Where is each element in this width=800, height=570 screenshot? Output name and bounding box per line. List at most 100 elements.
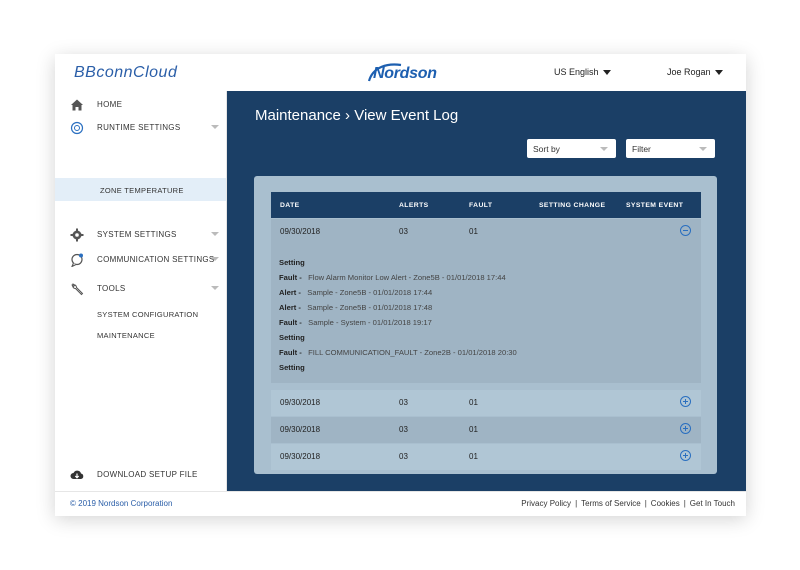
chevron-down-icon (699, 147, 707, 151)
sidebar-item-zone-temperature[interactable]: ZONE TEMPERATURE (55, 178, 226, 201)
communication-icon (71, 253, 83, 267)
column-header-system-event: SYSTEM EVENT (626, 202, 684, 209)
app-window: BBconnCloud Nordson US English Joe Rogan… (55, 54, 746, 516)
expand-icon[interactable] (680, 450, 691, 461)
event-type: Setting (279, 363, 305, 372)
gear-icon (70, 228, 84, 242)
event-type: Fault - (279, 273, 302, 282)
chevron-down-icon (211, 257, 219, 261)
language-selector[interactable]: US English (554, 67, 611, 77)
cell-alerts: 03 (399, 452, 408, 461)
event-type: Setting (279, 258, 305, 267)
filter-dropdown[interactable]: Filter (626, 139, 715, 158)
event-detail: Fault - FILL COMMUNICATION_FAULT - Zone2… (279, 348, 517, 357)
table-row-expanded[interactable]: 09/30/2018 03 01 Setting Fault - Flow Al… (271, 219, 701, 383)
cell-fault: 01 (469, 425, 478, 434)
event-type: Fault - (279, 348, 302, 357)
expand-icon[interactable] (680, 423, 691, 434)
get-in-touch-link[interactable]: Get In Touch (690, 499, 735, 508)
column-header-date: DATE (280, 202, 300, 209)
column-header-fault: FAULT (469, 202, 493, 209)
chevron-down-icon (714, 70, 723, 76)
sidebar-item-maintenance[interactable]: MAINTENANCE (97, 331, 155, 340)
user-menu[interactable]: Joe Rogan (667, 67, 723, 77)
cell-fault: 01 (469, 398, 478, 407)
terms-of-service-link[interactable]: Terms of Service (581, 499, 641, 508)
table-header: DATE ALERTS FAULT SETTING CHANGE SYSTEM … (271, 192, 701, 218)
main-content: Maintenance › View Event Log Sort by Fil… (227, 91, 746, 491)
event-type: Setting (279, 333, 305, 342)
sidebar-item-communication-settings[interactable]: COMMUNICATION SETTINGS (55, 249, 226, 271)
column-header-alerts: ALERTS (399, 202, 429, 209)
chevron-down-icon (600, 147, 608, 151)
cell-date: 09/30/2018 (280, 452, 321, 461)
event-type: Alert - (279, 303, 301, 312)
cloud-download-icon (70, 470, 84, 479)
sidebar-item-home[interactable]: HOME (55, 94, 226, 116)
privacy-policy-link[interactable]: Privacy Policy (521, 499, 571, 508)
event-text: Sample - Zone5B - 01/01/2018 17:48 (307, 303, 433, 312)
runtime-icon (70, 121, 84, 135)
table-row[interactable]: 09/30/2018 03 01 (271, 417, 701, 443)
chevron-down-icon (211, 232, 219, 236)
event-type: Alert - (279, 288, 301, 297)
table-row[interactable]: 09/30/2018 03 01 (271, 390, 701, 416)
sort-by-dropdown[interactable]: Sort by (527, 139, 616, 158)
cell-alerts: 03 (399, 425, 408, 434)
app-logo[interactable]: BBconnCloud (74, 64, 177, 82)
chevron-down-icon (602, 70, 611, 76)
event-detail: Setting (279, 258, 305, 267)
event-detail: Setting (279, 363, 305, 372)
brand-name: Nordson (373, 65, 437, 82)
sidebar-item-label: TOOLS (97, 284, 126, 293)
event-type: Fault - (279, 318, 302, 327)
cookies-link[interactable]: Cookies (651, 499, 680, 508)
event-text: Flow Alarm Monitor Low Alert - Zone5B - … (308, 273, 506, 282)
event-detail: Fault - Flow Alarm Monitor Low Alert - Z… (279, 273, 506, 282)
sidebar-subitem-label: ZONE TEMPERATURE (100, 186, 184, 195)
download-label: DOWNLOAD SETUP FILE (97, 470, 198, 479)
event-text: FILL COMMUNICATION_FAULT - Zone2B - 01/0… (308, 348, 517, 357)
cell-alerts: 03 (399, 227, 408, 236)
event-log-panel: DATE ALERTS FAULT SETTING CHANGE SYSTEM … (254, 176, 717, 474)
sidebar-item-system-settings[interactable]: SYSTEM SETTINGS (55, 224, 226, 246)
page-title: Maintenance › View Event Log (255, 107, 459, 124)
cell-fault: 01 (469, 227, 478, 236)
event-detail: Fault - Sample - System - 01/01/2018 19:… (279, 318, 432, 327)
sidebar: HOME RUNTIME SETTINGS ZONE TEMPERATURE S… (55, 91, 227, 491)
sidebar-item-tools[interactable]: TOOLS (55, 278, 226, 300)
user-name: Joe Rogan (667, 67, 711, 77)
home-icon (71, 99, 83, 111)
expand-icon[interactable] (680, 396, 691, 407)
top-bar: BBconnCloud Nordson US English Joe Rogan (55, 54, 746, 92)
sidebar-item-label: RUNTIME SETTINGS (97, 123, 181, 132)
nordson-logo: Nordson (367, 61, 437, 85)
cell-date: 09/30/2018 (280, 425, 321, 434)
sidebar-item-runtime-settings[interactable]: RUNTIME SETTINGS (55, 117, 226, 139)
cell-fault: 01 (469, 452, 478, 461)
sort-by-label: Sort by (533, 144, 560, 154)
cell-date: 09/30/2018 (280, 227, 321, 236)
copyright: © 2019 Nordson Corporation (70, 499, 173, 508)
wrench-icon (71, 283, 84, 296)
chevron-down-icon (211, 125, 219, 129)
event-text: Sample - Zone5B - 01/01/2018 17:44 (307, 288, 433, 297)
event-detail: Alert - Sample - Zone5B - 01/01/2018 17:… (279, 303, 432, 312)
footer: © 2019 Nordson Corporation Privacy Polic… (55, 491, 746, 516)
column-header-setting-change: SETTING CHANGE (539, 202, 606, 209)
sidebar-item-system-configuration[interactable]: SYSTEM CONFIGURATION (97, 310, 198, 319)
collapse-icon[interactable] (680, 225, 691, 236)
sidebar-item-label: COMMUNICATION SETTINGS (97, 255, 215, 264)
event-detail: Alert - Sample - Zone5B - 01/01/2018 17:… (279, 288, 432, 297)
download-setup-file-button[interactable]: DOWNLOAD SETUP FILE (55, 464, 226, 486)
cell-alerts: 03 (399, 398, 408, 407)
cell-date: 09/30/2018 (280, 398, 321, 407)
event-text: Sample - System - 01/01/2018 19:17 (308, 318, 432, 327)
footer-links: Privacy Policy | Terms of Service | Cookies |… (521, 499, 735, 508)
sidebar-item-label: SYSTEM SETTINGS (97, 230, 177, 239)
chevron-down-icon (211, 286, 219, 290)
language-label: US English (554, 67, 599, 77)
event-detail: Setting (279, 333, 305, 342)
filter-label: Filter (632, 144, 651, 154)
table-row[interactable]: 09/30/2018 03 01 (271, 444, 701, 470)
